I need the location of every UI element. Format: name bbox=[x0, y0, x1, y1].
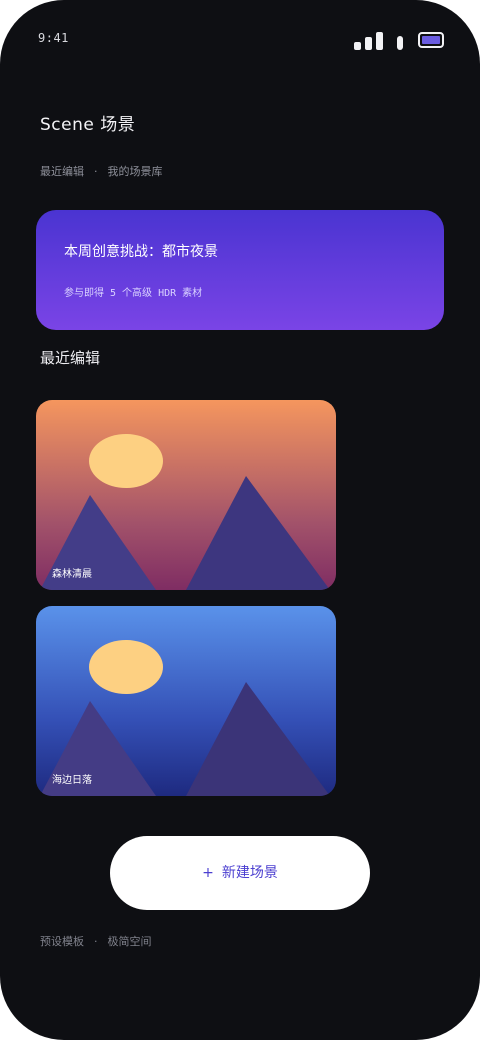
status-time: 9:41 bbox=[38, 31, 69, 45]
signal-bar bbox=[376, 32, 383, 50]
scene-card-forest[interactable]: 森林清晨 bbox=[36, 400, 336, 590]
banner-subtitle: 参与即得 5 个高级 HDR 素材 bbox=[64, 288, 203, 299]
sun-shape bbox=[89, 640, 163, 694]
banner-title: 本周创意挑战：都市夜景 bbox=[64, 244, 218, 260]
card-label: 海边日落 bbox=[52, 775, 92, 786]
new-scene-label: 新建场景 bbox=[221, 865, 278, 881]
sun-shape bbox=[89, 434, 163, 488]
footer-separator: · bbox=[94, 935, 98, 948]
plus-icon: + bbox=[202, 865, 214, 881]
mountain-shape bbox=[186, 476, 330, 590]
card-label: 森林清晨 bbox=[52, 569, 92, 580]
page-title: Scene 场景 bbox=[40, 115, 136, 135]
subnav-recent-link[interactable]: 最近编辑 bbox=[40, 163, 84, 179]
footer-nav: 预设模板 · 极简空间 bbox=[40, 933, 152, 949]
scene-card-sea[interactable]: 海边日落 bbox=[36, 606, 336, 796]
phone-screen: 9:41 Scene 场景 最近编辑 · 我的场景库 本周创意挑战：都市夜景 参与即… bbox=[0, 0, 480, 1040]
signal-bar bbox=[354, 42, 361, 50]
landscape-icon bbox=[40, 434, 330, 590]
signal-bar bbox=[365, 37, 372, 50]
battery-icon bbox=[418, 32, 444, 48]
battery-level bbox=[422, 36, 440, 44]
challenge-banner[interactable]: 本周创意挑战：都市夜景 参与即得 5 个高级 HDR 素材 bbox=[36, 210, 444, 330]
subnav-separator: · bbox=[94, 165, 98, 178]
landscape-icon bbox=[40, 640, 330, 796]
new-scene-button[interactable]: + 新建场景 bbox=[110, 836, 370, 910]
footer-minimal-link[interactable]: 极简空间 bbox=[108, 933, 152, 949]
subnav-library-link[interactable]: 我的场景库 bbox=[108, 163, 163, 179]
footer-presets-link[interactable]: 预设模板 bbox=[40, 933, 84, 949]
subnav: 最近编辑 · 我的场景库 bbox=[40, 163, 163, 179]
recent-section-title: 最近编辑 bbox=[40, 349, 101, 367]
wifi-icon bbox=[397, 36, 403, 50]
mountain-shape bbox=[186, 682, 330, 796]
